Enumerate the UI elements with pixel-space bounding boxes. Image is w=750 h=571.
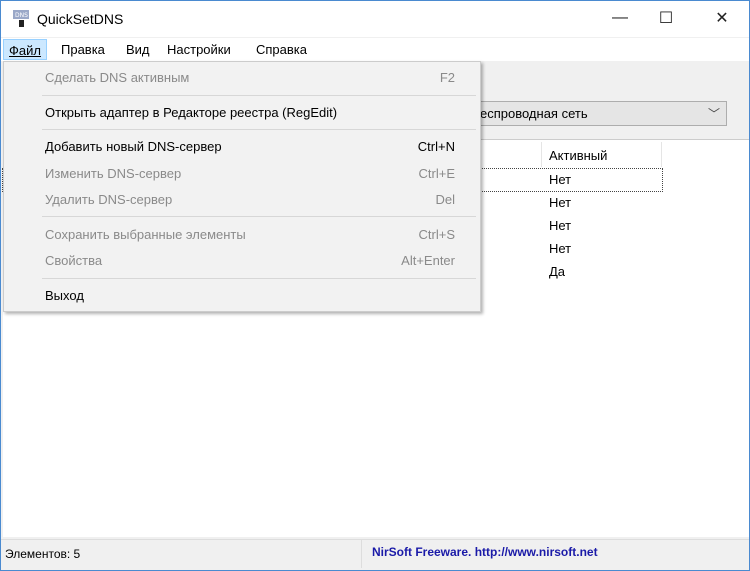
menu-settings[interactable]: Настройки [162,39,236,60]
menu-item-edit-dns[interactable]: Изменить DNS-сервер Ctrl+E [4,162,480,186]
menu-separator [42,278,476,279]
shortcut: Alt+Enter [401,253,455,268]
column-header-active[interactable]: Активный [542,142,662,167]
table-row[interactable]: Нет [542,215,662,237]
menu-edit[interactable]: Правка [56,39,110,60]
adapter-select[interactable]: еспроводная сеть ﹀ [471,101,727,126]
menu-item-label: Удалить DNS-сервер [45,192,173,207]
menu-item-label: Добавить новый DNS-сервер [45,139,222,154]
file-menu-dropdown: Сделать DNS активным F2 Открыть адаптер в… [3,61,481,312]
shortcut: F2 [439,70,455,85]
menu-item-label: Открыть адаптер в Редакторе реестра (Reg… [45,105,338,120]
menu-item-label: Выход [45,288,84,303]
svg-text:DNS: DNS [15,12,28,19]
menu-item-exit[interactable]: Выход [4,284,480,308]
menu-bar: Файл Правка Вид Настройки Справка [1,38,749,61]
table-row[interactable]: Да [542,261,662,283]
table-row[interactable]: Нет [542,192,662,214]
app-icon: DNS [13,10,29,27]
title-bar: DNS QuickSetDNS — ☐ ✕ [1,1,749,37]
chevron-down-icon: ﹀ [707,107,720,121]
menu-help[interactable]: Справка [251,39,312,60]
menu-item-delete-dns[interactable]: Удалить DNS-сервер Del [4,188,480,212]
nirsoft-link[interactable]: NirSoft Freeware. http://www.nirsoft.net [361,540,608,568]
status-bar: Элементов: 5 NirSoft Freeware. http://ww… [1,539,749,568]
shortcut: Ctrl+N [417,139,455,154]
shortcut: Del [435,192,455,207]
menu-item-label: Сохранить выбранные элементы [45,227,246,242]
menu-view[interactable]: Вид [121,39,155,60]
shortcut: Ctrl+E [418,166,455,181]
menu-item-label: Сделать DNS активным [45,70,190,85]
menu-separator [42,129,476,130]
menu-item-make-active[interactable]: Сделать DNS активным F2 [4,66,480,90]
menu-separator [42,95,476,96]
menu-item-label: Свойства [45,253,103,268]
window-title: QuickSetDNS [37,11,124,27]
table-row[interactable]: Нет [542,238,662,260]
menu-item-label: Изменить DNS-сервер [45,166,182,181]
minimize-button[interactable]: — [597,1,643,35]
item-count: Элементов: 5 [5,547,81,561]
adapter-select-value: еспроводная сеть [480,106,588,121]
maximize-button[interactable]: ☐ [643,1,689,35]
close-button[interactable]: ✕ [699,1,745,35]
menu-item-open-regedit[interactable]: Открыть адаптер в Редакторе реестра (Reg… [4,101,480,125]
app-window: DNS QuickSetDNS — ☐ ✕ Файл Правка Вид На… [0,0,750,571]
menu-item-properties[interactable]: Свойства Alt+Enter [4,249,480,273]
menu-separator [42,216,476,217]
menu-item-add-dns[interactable]: Добавить новый DNS-сервер Ctrl+N [4,135,480,159]
menu-item-save-selected[interactable]: Сохранить выбранные элементы Ctrl+S [4,223,480,247]
shortcut: Ctrl+S [418,227,455,242]
menu-file[interactable]: Файл [3,39,47,60]
